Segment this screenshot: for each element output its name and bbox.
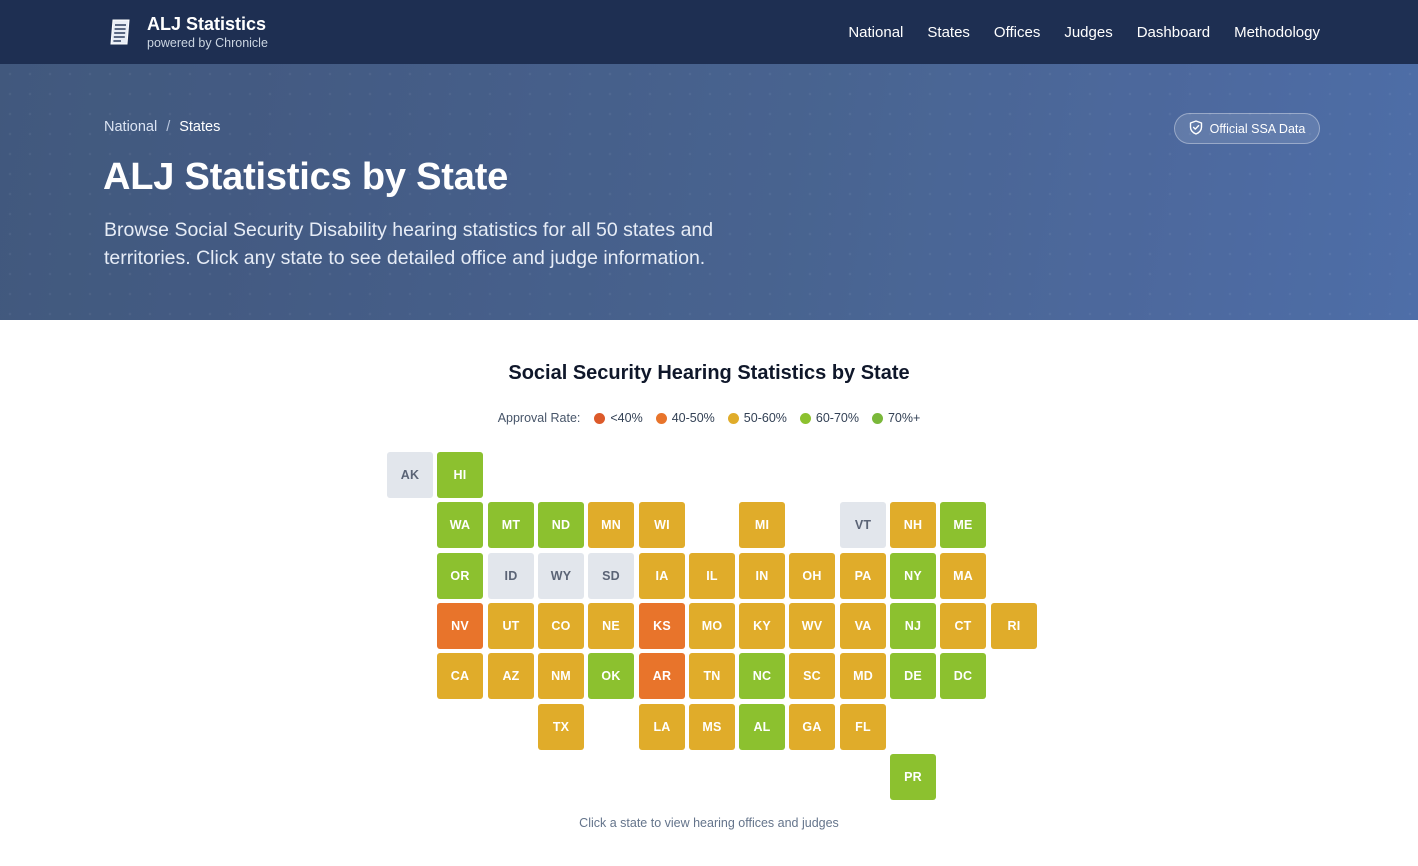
state-tile-ga[interactable]: GA bbox=[789, 704, 835, 750]
state-tile-ca[interactable]: CA bbox=[437, 653, 483, 699]
state-tile-la[interactable]: LA bbox=[639, 704, 685, 750]
state-tile-ny[interactable]: NY bbox=[890, 553, 936, 599]
state-tile-ma[interactable]: MA bbox=[940, 553, 986, 599]
approval-rate-legend: Approval Rate: <40% 40-50% 50-60% 60-70%… bbox=[0, 411, 1418, 425]
hero-banner: National / States Official SSA Data ALJ … bbox=[0, 64, 1418, 320]
state-tile-nv[interactable]: NV bbox=[437, 603, 483, 649]
badge-label: Official SSA Data bbox=[1209, 121, 1306, 136]
state-tile-mn[interactable]: MN bbox=[588, 502, 634, 548]
state-tile-wv[interactable]: WV bbox=[789, 603, 835, 649]
state-tile-al[interactable]: AL bbox=[739, 704, 785, 750]
state-tile-vt[interactable]: VT bbox=[840, 502, 886, 548]
legend-swatch bbox=[655, 412, 667, 424]
state-tile-wy[interactable]: WY bbox=[538, 553, 584, 599]
legend-item-label: 40-50% bbox=[671, 411, 715, 425]
state-tile-mo[interactable]: MO bbox=[689, 603, 735, 649]
main-nav: National States Offices Judges Dashboard… bbox=[848, 0, 1320, 64]
state-tile-wa[interactable]: WA bbox=[437, 502, 483, 548]
state-tile-fl[interactable]: FL bbox=[840, 704, 886, 750]
official-data-badge: Official SSA Data bbox=[1174, 113, 1320, 144]
state-tile-ms[interactable]: MS bbox=[689, 704, 735, 750]
state-tile-pr[interactable]: PR bbox=[890, 754, 936, 800]
state-tile-in[interactable]: IN bbox=[739, 553, 785, 599]
map-caption: Click a state to view hearing offices an… bbox=[579, 816, 839, 830]
nav-link-judges[interactable]: Judges bbox=[1064, 24, 1112, 41]
nav-link-methodology[interactable]: Methodology bbox=[1234, 24, 1320, 41]
legend-item: 40-50% bbox=[655, 411, 715, 425]
state-tile-dc[interactable]: DC bbox=[940, 653, 986, 699]
state-tile-pa[interactable]: PA bbox=[840, 553, 886, 599]
state-tile-ri[interactable]: RI bbox=[991, 603, 1037, 649]
legend-item-label: 50-60% bbox=[743, 411, 787, 425]
state-tile-ne[interactable]: NE bbox=[588, 603, 634, 649]
legend-item-label: 70%+ bbox=[887, 411, 921, 425]
state-tile-mt[interactable]: MT bbox=[488, 502, 534, 548]
map-title: Social Security Hearing Statistics by St… bbox=[508, 362, 910, 384]
legend-item-label: 60-70% bbox=[815, 411, 859, 425]
nav-link-dashboard[interactable]: Dashboard bbox=[1137, 24, 1210, 41]
brand-text: ALJ Statistics powered by Chronicle bbox=[147, 13, 268, 51]
state-tile-az[interactable]: AZ bbox=[488, 653, 534, 699]
state-tile-oh[interactable]: OH bbox=[789, 553, 835, 599]
state-tile-mi[interactable]: MI bbox=[739, 502, 785, 548]
legend-swatch bbox=[799, 412, 811, 424]
breadcrumb-national-link[interactable]: National bbox=[104, 119, 157, 135]
state-tile-ar[interactable]: AR bbox=[639, 653, 685, 699]
state-tile-ok[interactable]: OK bbox=[588, 653, 634, 699]
nav-link-national[interactable]: National bbox=[848, 24, 903, 41]
state-tile-ak[interactable]: AK bbox=[387, 452, 433, 498]
document-icon bbox=[104, 16, 136, 48]
state-tile-sd[interactable]: SD bbox=[588, 553, 634, 599]
state-tile-ut[interactable]: UT bbox=[488, 603, 534, 649]
top-navbar: ALJ Statistics powered by Chronicle Nati… bbox=[0, 0, 1418, 64]
state-tile-ks[interactable]: KS bbox=[639, 603, 685, 649]
page-description: Browse Social Security Disability hearin… bbox=[104, 219, 714, 269]
state-tile-nm[interactable]: NM bbox=[538, 653, 584, 699]
state-tile-nh[interactable]: NH bbox=[890, 502, 936, 548]
shield-check-icon bbox=[1189, 119, 1203, 138]
state-tile-ct[interactable]: CT bbox=[940, 603, 986, 649]
legend-swatch bbox=[871, 412, 883, 424]
brand-logo-link[interactable]: ALJ Statistics powered by Chronicle bbox=[104, 11, 268, 53]
page-title: ALJ Statistics by State bbox=[103, 156, 509, 198]
state-tile-wi[interactable]: WI bbox=[639, 502, 685, 548]
state-tile-id[interactable]: ID bbox=[488, 553, 534, 599]
breadcrumb: National / States bbox=[104, 119, 220, 135]
legend-item: 70%+ bbox=[871, 411, 921, 425]
legend-item: <40% bbox=[594, 411, 643, 425]
state-tile-nd[interactable]: ND bbox=[538, 502, 584, 548]
legend-item: 60-70% bbox=[799, 411, 859, 425]
state-tile-nj[interactable]: NJ bbox=[890, 603, 936, 649]
breadcrumb-separator: / bbox=[166, 119, 171, 135]
state-tile-hi[interactable]: HI bbox=[437, 452, 483, 498]
state-tile-me[interactable]: ME bbox=[940, 502, 986, 548]
breadcrumb-current: States bbox=[179, 119, 221, 135]
state-tile-sc[interactable]: SC bbox=[789, 653, 835, 699]
state-tile-nc[interactable]: NC bbox=[739, 653, 785, 699]
brand-subtitle: powered by Chronicle bbox=[147, 36, 268, 50]
state-tile-de[interactable]: DE bbox=[890, 653, 936, 699]
state-tile-ky[interactable]: KY bbox=[739, 603, 785, 649]
state-tile-ia[interactable]: IA bbox=[639, 553, 685, 599]
legend-item: 50-60% bbox=[727, 411, 787, 425]
nav-link-states[interactable]: States bbox=[927, 24, 970, 41]
brand-title: ALJ Statistics bbox=[147, 14, 267, 34]
nav-link-offices[interactable]: Offices bbox=[994, 24, 1040, 41]
legend-item-label: <40% bbox=[610, 411, 643, 425]
state-tile-or[interactable]: OR bbox=[437, 553, 483, 599]
state-tile-tn[interactable]: TN bbox=[689, 653, 735, 699]
state-tile-il[interactable]: IL bbox=[689, 553, 735, 599]
state-tile-va[interactable]: VA bbox=[840, 603, 886, 649]
legend-label: Approval Rate: bbox=[497, 411, 581, 425]
legend-swatch bbox=[594, 412, 606, 424]
state-tile-co[interactable]: CO bbox=[538, 603, 584, 649]
state-tile-md[interactable]: MD bbox=[840, 653, 886, 699]
state-tile-tx[interactable]: TX bbox=[538, 704, 584, 750]
legend-swatch bbox=[727, 412, 739, 424]
